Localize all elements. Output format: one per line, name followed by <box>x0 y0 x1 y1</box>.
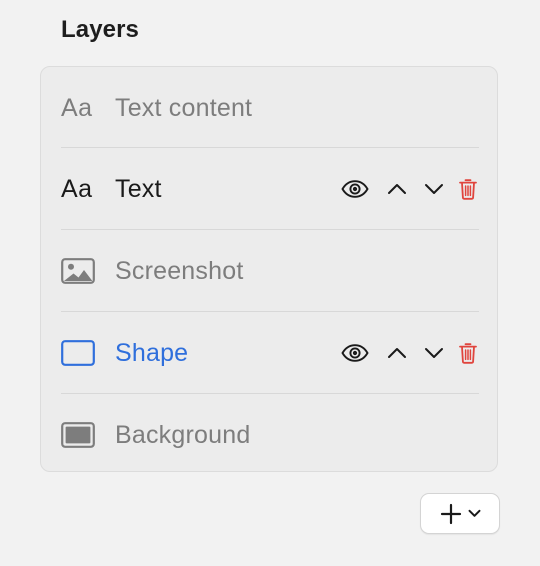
chevron-down-icon[interactable] <box>421 340 447 366</box>
panel-title: Layers <box>61 16 139 43</box>
chevron-up-icon[interactable] <box>384 176 410 202</box>
plus-icon <box>440 503 462 525</box>
eye-icon[interactable] <box>340 340 370 366</box>
layer-row-screenshot[interactable]: Screenshot <box>61 230 479 312</box>
layer-label: Shape <box>115 338 189 367</box>
layer-row-shape[interactable]: Shape <box>61 312 479 394</box>
text-aa-icon: Aa <box>61 93 93 122</box>
layer-label: Screenshot <box>115 256 244 285</box>
layers-list: Aa Text content Aa Text Screenshot Shape… <box>40 66 498 472</box>
chevron-up-icon[interactable] <box>384 340 410 366</box>
layer-row-text[interactable]: Aa Text <box>61 148 479 230</box>
rectangle-shape-icon <box>61 335 97 371</box>
chevron-down-icon[interactable] <box>421 176 447 202</box>
trash-icon[interactable] <box>457 176 479 202</box>
text-aa-icon: Aa <box>61 174 93 203</box>
layer-label: Background <box>115 420 251 449</box>
image-icon <box>61 253 97 289</box>
eye-icon[interactable] <box>340 176 370 202</box>
layer-row-background[interactable]: Background <box>61 394 479 476</box>
layer-label: Text <box>115 174 162 203</box>
layer-label: Text content <box>115 93 253 122</box>
filled-rectangle-icon <box>61 417 97 453</box>
trash-icon[interactable] <box>457 340 479 366</box>
layer-row-text-content[interactable]: Aa Text content <box>61 67 479 149</box>
chevron-down-icon <box>468 509 481 518</box>
add-layer-button[interactable] <box>420 493 500 534</box>
